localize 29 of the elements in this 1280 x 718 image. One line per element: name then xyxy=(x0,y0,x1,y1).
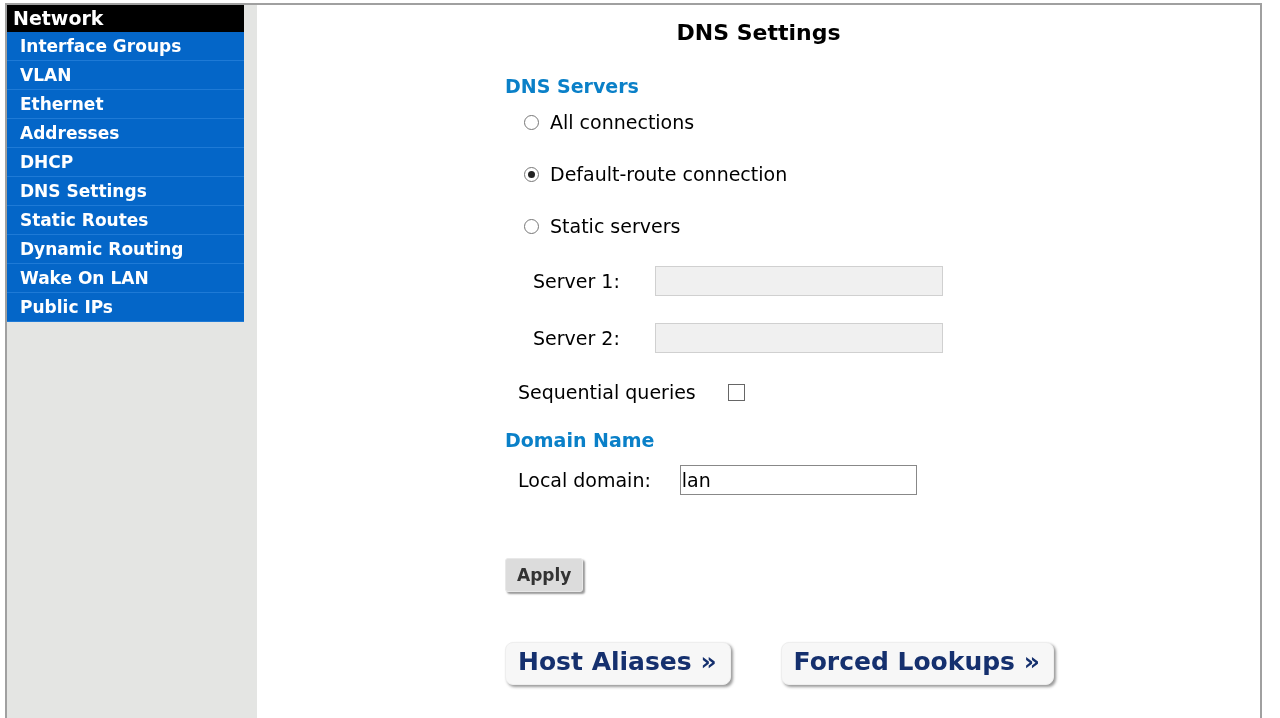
field-label: Server 2: xyxy=(533,327,621,349)
sidebar-item[interactable]: Public IPs xyxy=(7,293,244,322)
checkbox-label: Sequential queries xyxy=(518,381,696,403)
sidebar-item[interactable]: DHCP xyxy=(7,148,244,177)
field-label: Local domain: xyxy=(518,469,651,491)
section-heading: Domain Name xyxy=(505,429,655,451)
radio-label: All connections xyxy=(550,111,695,133)
radio-label: Static servers xyxy=(550,215,681,237)
sidebar-heading: Network xyxy=(7,5,244,32)
page-title: DNS Settings xyxy=(675,20,842,45)
sidebar-item[interactable]: Addresses xyxy=(7,119,244,148)
sidebar-item[interactable]: Ethernet xyxy=(7,90,244,119)
radio-button[interactable] xyxy=(524,218,539,234)
sidebar-item[interactable]: Interface Groups xyxy=(7,32,244,61)
radio-button[interactable] xyxy=(524,114,539,130)
checkbox[interactable] xyxy=(727,383,745,401)
sidebar-item[interactable]: DNS Settings xyxy=(7,177,244,206)
sidebar-item[interactable]: Static Routes xyxy=(7,206,244,235)
radio-button[interactable] xyxy=(524,166,539,182)
apply-button[interactable]: Apply xyxy=(505,558,584,592)
field-label: Server 1: xyxy=(533,270,621,292)
radio-label: Default-route connection xyxy=(550,163,788,185)
link-button[interactable]: Forced Lookups » xyxy=(780,642,1054,685)
sidebar-item[interactable]: Dynamic Routing xyxy=(7,235,244,264)
section-heading: DNS Servers xyxy=(505,75,639,97)
sidebar-item[interactable]: Wake On LAN xyxy=(7,264,244,293)
sidebar-item[interactable]: VLAN xyxy=(7,61,244,90)
link-button[interactable]: Host Aliases » xyxy=(505,642,731,685)
input-field[interactable]: lan xyxy=(679,465,917,495)
